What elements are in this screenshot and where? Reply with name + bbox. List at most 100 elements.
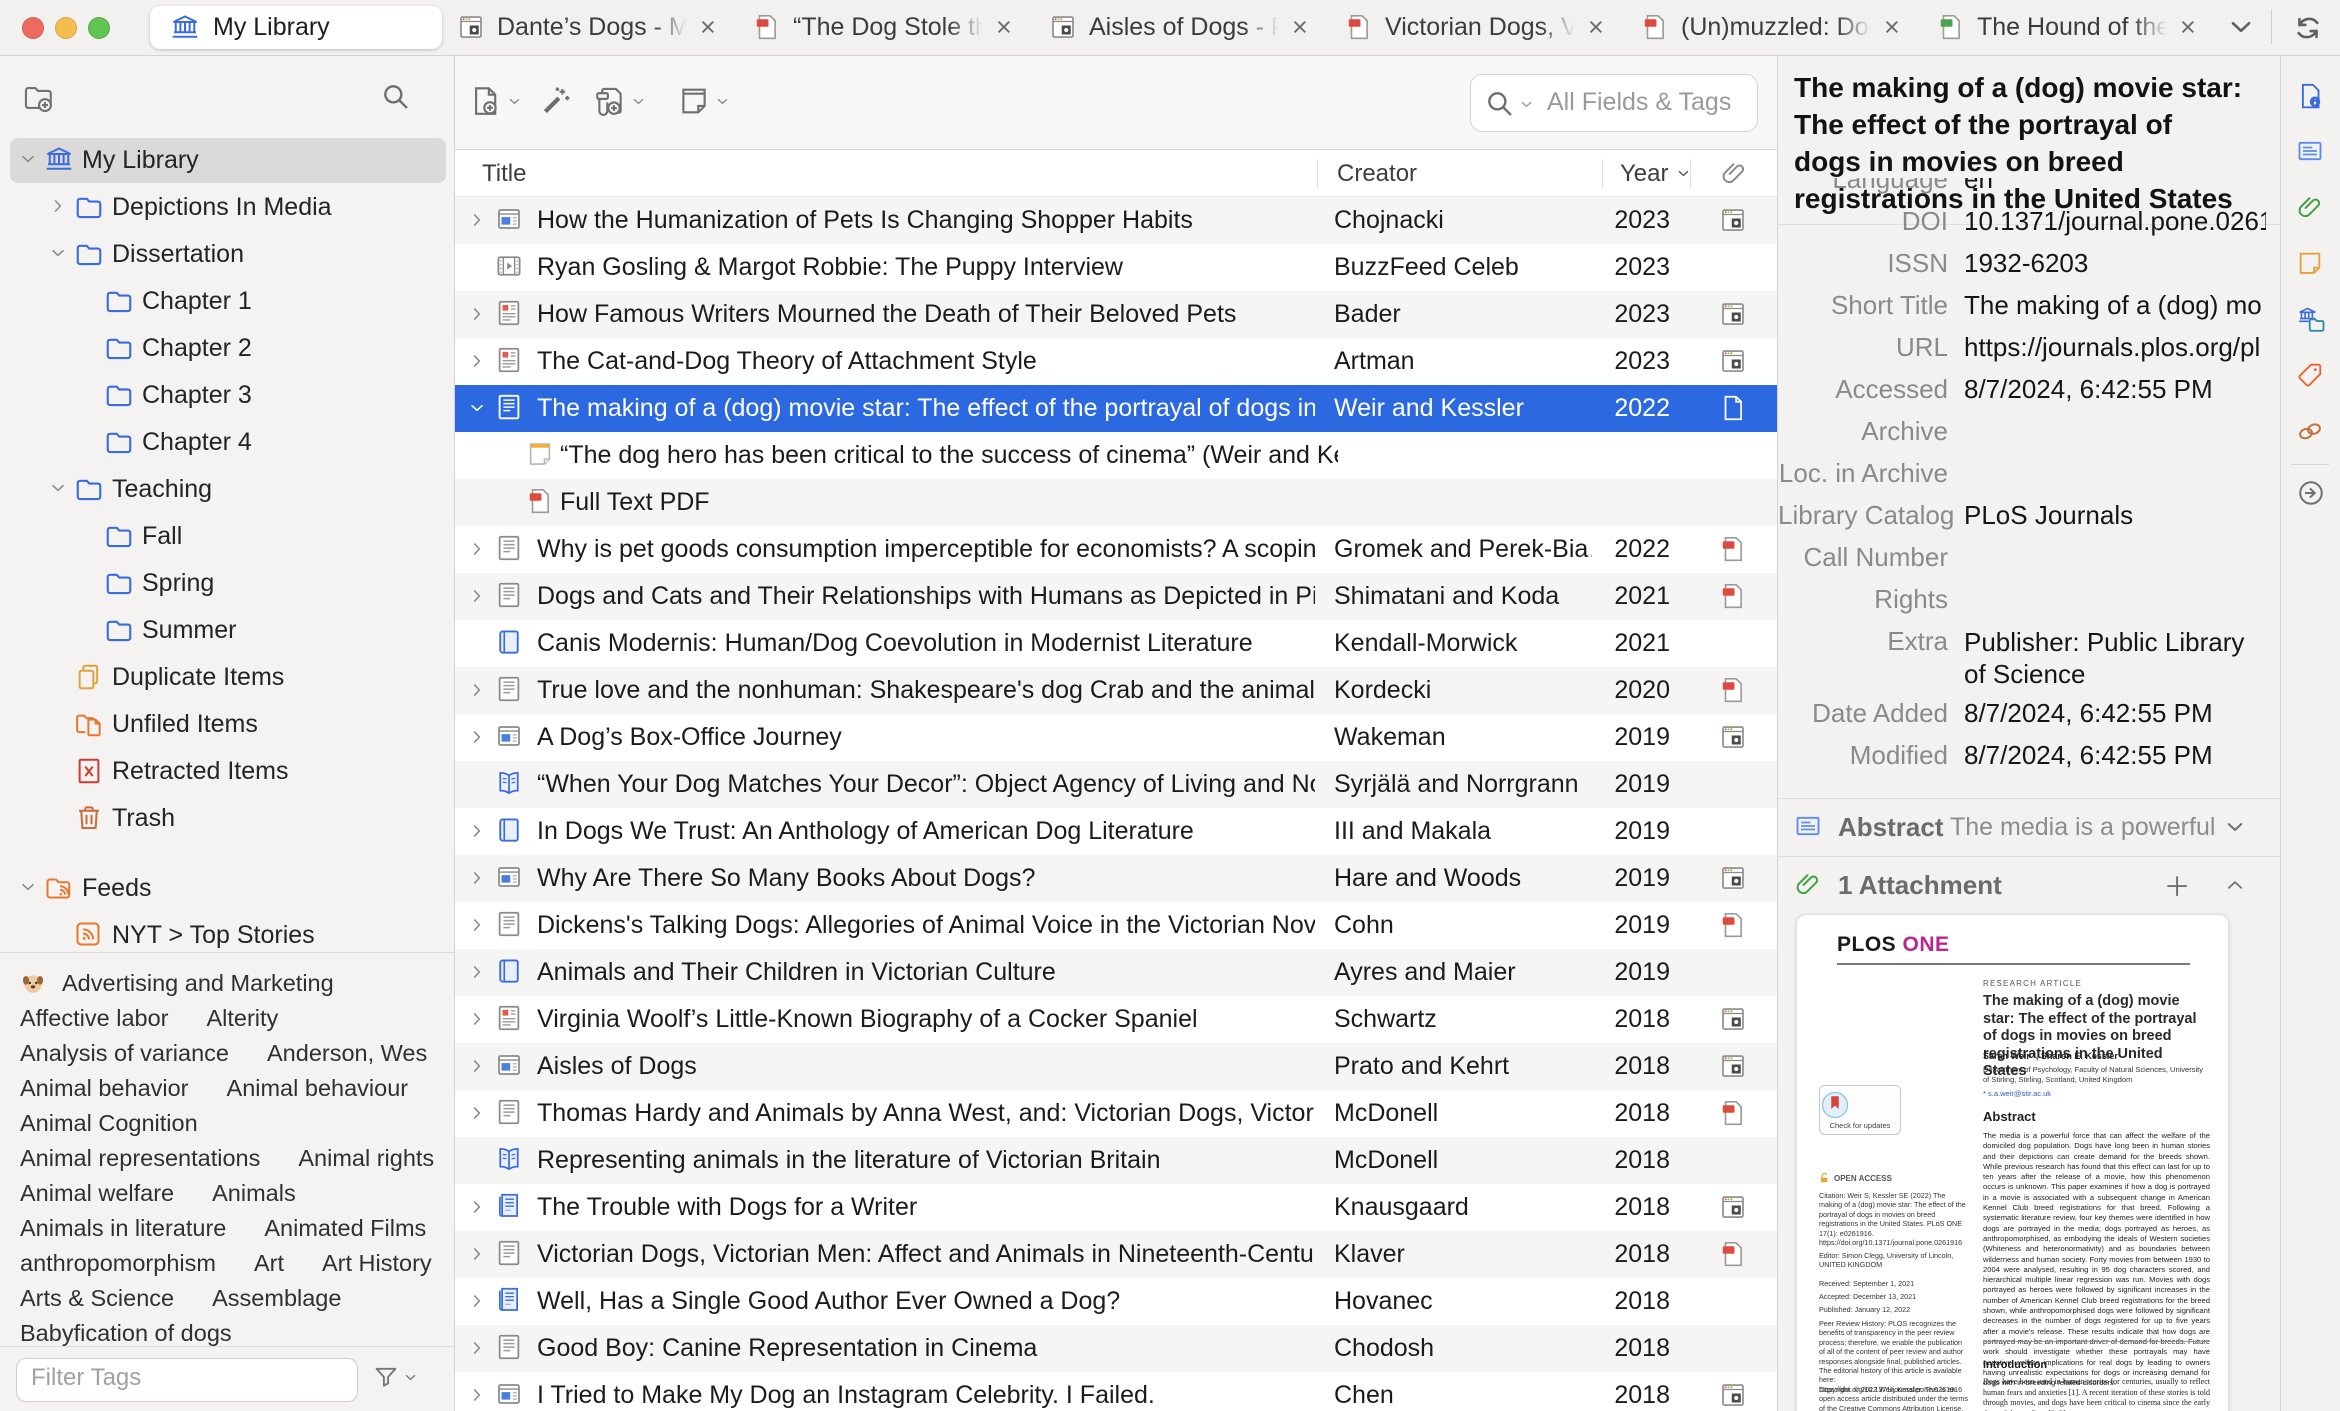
field-value[interactable]: 10.1371/journal.pone.0261 … [1964,206,2266,237]
tab-reader[interactable]: Aisles of Dogs - Prat × [1042,0,1334,54]
rail-locate-button[interactable] [2296,478,2326,508]
sidebar-item-chapter-1[interactable]: Chapter 1 [10,279,446,324]
tab-reader[interactable]: “The Dog Stole the × [746,0,1038,54]
field-value[interactable]: 1932-6203 [1964,248,2266,279]
rail-libraries-collections-button[interactable] [2296,305,2326,335]
field-modified[interactable]: Modified 8/7/2024, 6:42:55 PM [1778,740,2280,774]
chevron-right-icon[interactable] [469,1293,485,1309]
rail-attachments-button[interactable] [2296,193,2324,221]
chevron-right-icon[interactable] [469,1387,485,1403]
sidebar-item-chapter-2[interactable]: Chapter 2 [10,326,446,371]
sidebar-item-chapter-3[interactable]: Chapter 3 [10,373,446,418]
close-tab-icon[interactable]: × [996,12,1012,43]
chevron-right-icon[interactable] [469,1011,485,1027]
chevron-down-icon[interactable] [50,245,66,261]
tag-filter-options-icon[interactable] [372,1363,417,1391]
new-note-button[interactable] [677,84,729,118]
rail-related-button[interactable] [2296,417,2324,445]
sidebar-item-feeds[interactable]: Feeds [10,866,446,911]
tag[interactable]: Advertising and Marketing [62,970,334,997]
chevron-down-icon[interactable] [469,400,485,416]
field-loc-in-archive[interactable]: Loc. in Archive [1778,458,2280,492]
tag[interactable]: Animal behavior [20,1075,189,1102]
tab-reader[interactable]: The Hound of the Ba × [1930,0,2222,54]
close-tab-icon[interactable]: × [700,12,716,43]
field-issn[interactable]: ISSN 1932-6203 [1778,248,2280,282]
item-row[interactable]: I Tried to Make My Dog an Instagram Cele… [455,1372,1777,1411]
attachment-preview-card[interactable]: PLOS ONE Check for updates OPEN ACCESS C… [1796,914,2229,1411]
close-tab-icon[interactable]: × [1588,12,1604,43]
item-row[interactable]: Animals and Their Children in Victorian … [455,949,1777,996]
tag[interactable]: Arts & Science [20,1285,174,1312]
sidebar-item-my-library[interactable]: My Library [10,138,446,183]
chevron-right-icon[interactable] [469,1340,485,1356]
item-row[interactable]: In Dogs We Trust: An Anthology of Americ… [455,808,1777,855]
chevron-right-icon[interactable] [469,306,485,322]
tag[interactable]: Affective labor [20,1005,168,1032]
sidebar-item-retracted-items[interactable]: Retracted Items [10,749,446,794]
sidebar-item-summer[interactable]: Summer [10,608,446,653]
chevron-right-icon[interactable] [469,212,485,228]
tab-reader[interactable]: Victorian Dogs, Vict × [1338,0,1630,54]
chevron-right-icon[interactable] [469,1246,485,1262]
chevron-right-icon[interactable] [469,823,485,839]
item-row[interactable]: Aisles of Dogs Prato and Kehrt 2018 [455,1043,1777,1090]
tag[interactable]: Animal behaviour [227,1075,409,1102]
sidebar-item-duplicate-items[interactable]: Duplicate Items [10,655,446,700]
item-row[interactable]: Canis Modernis: Human/Dog Coevolution in… [455,620,1777,667]
tag[interactable]: Assemblage [212,1285,341,1312]
field-library-catalog[interactable]: Library Catalog PLoS Journals [1778,500,2280,534]
tag[interactable]: Animals in literature [20,1215,226,1242]
item-row[interactable]: “When Your Dog Matches Your Decor”: Obje… [455,761,1777,808]
field-accessed[interactable]: Accessed 8/7/2024, 6:42:55 PM [1778,374,2280,408]
column-header-attachment-icon[interactable] [1720,159,1748,187]
field-short-title[interactable]: Short Title The making of a (dog) mo … [1778,290,2280,324]
field-extra[interactable]: Extra Publisher: Public Library of Scienc… [1778,626,2280,689]
new-attachment-button[interactable] [593,84,645,118]
column-separator[interactable] [1690,158,1691,188]
field-call-number[interactable]: Call Number [1778,542,2280,576]
item-row[interactable]: Ryan Gosling & Margot Robbie: The Puppy … [455,244,1777,291]
rail-abstract-button[interactable] [2296,137,2324,165]
add-attachment-plus-icon[interactable] [2163,872,2189,898]
tag[interactable]: Animals [212,1180,296,1207]
add-by-identifier-button[interactable] [539,84,573,118]
chevron-right-icon[interactable] [469,588,485,604]
items-search-input[interactable] [1545,87,1749,118]
item-row[interactable]: The making of a (dog) movie star: The ef… [455,385,1777,432]
item-row[interactable]: Why is pet goods consumption imperceptib… [455,526,1777,573]
field-language[interactable]: Language en [1778,178,2280,198]
new-collection-button[interactable] [22,81,56,115]
tag[interactable]: anthropomorphism [20,1250,216,1277]
item-row[interactable]: Representing animals in the literature o… [455,1137,1777,1184]
tag[interactable]: Animal welfare [20,1180,174,1207]
abstract-section-header[interactable]: Abstract The media is a powerful forc… [1778,804,2280,850]
field-archive[interactable]: Archive [1778,416,2280,450]
field-rights[interactable]: Rights [1778,584,2280,618]
column-header-year[interactable]: Year [1620,160,1669,188]
tag[interactable]: Animal rights [298,1145,434,1172]
attachments-collapse-chevron-icon[interactable] [2225,875,2245,895]
chevron-right-icon[interactable] [469,682,485,698]
collection-search-icon[interactable] [380,81,412,113]
abstract-collapse-chevron-icon[interactable] [2225,817,2245,837]
sidebar-item-depictions-in-media[interactable]: Depictions In Media [10,185,446,230]
sidebar-item-unfiled-items[interactable]: Unfiled Items [10,702,446,747]
field-doi[interactable]: DOI 10.1371/journal.pone.0261 … [1778,206,2280,240]
tab-my-library[interactable]: My Library [150,6,442,49]
chevron-down-icon[interactable] [20,879,36,895]
field-value[interactable]: en [1964,178,2266,195]
item-row[interactable]: How the Humanization of Pets Is Changing… [455,197,1777,244]
item-row[interactable]: The Cat-and-Dog Theory of Attachment Sty… [455,338,1777,385]
item-row[interactable]: Well, Has a Single Good Author Ever Owne… [455,1278,1777,1325]
search-icon[interactable] [1484,88,1533,120]
rail-notes-button[interactable] [2296,249,2324,277]
tab-reader[interactable]: (Un)muzzled: Dogs × [1634,0,1926,54]
item-row[interactable]: Dogs and Cats and Their Relationships wi… [455,573,1777,620]
chevron-right-icon[interactable] [469,353,485,369]
rail-item-info-button[interactable] [2296,81,2326,111]
field-value[interactable]: Publisher: Public Library of Science [1964,626,2266,690]
chevron-down-icon[interactable] [50,480,66,496]
sidebar-item-chapter-4[interactable]: Chapter 4 [10,420,446,465]
chevron-right-icon[interactable] [469,1199,485,1215]
